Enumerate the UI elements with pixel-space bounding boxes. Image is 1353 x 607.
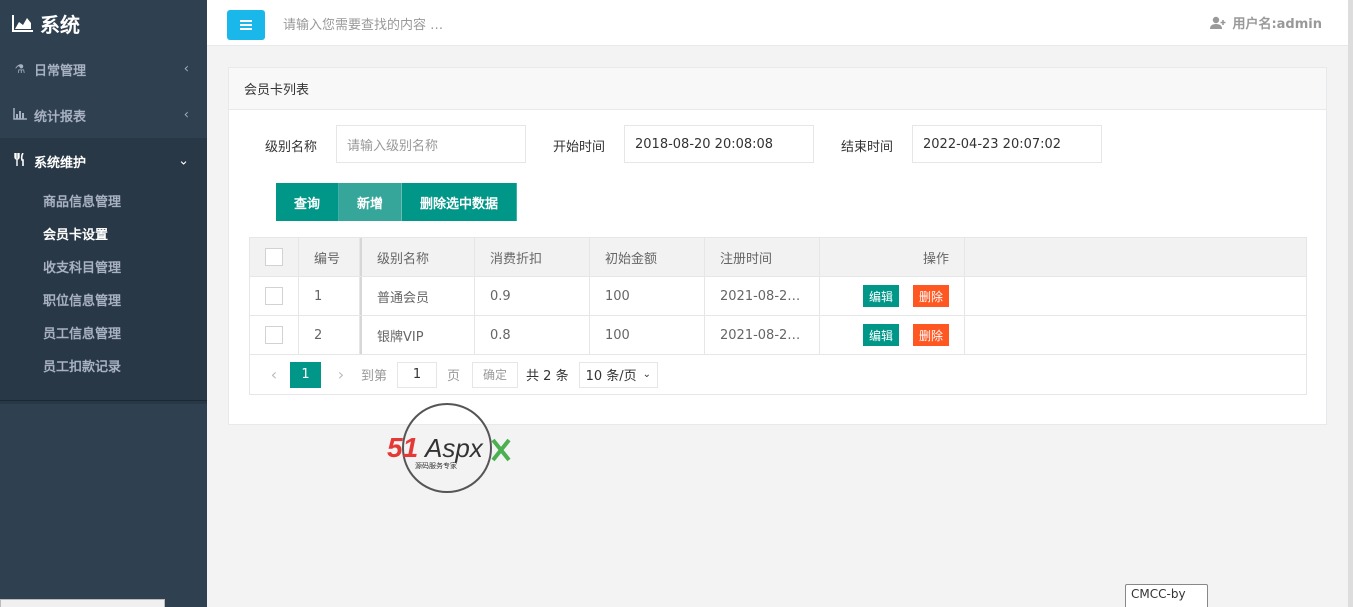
watermark-brand-51: 51: [387, 432, 418, 463]
watermark-logo: 51 Aspx 源码服务专家: [385, 402, 515, 494]
sidebar-subitem-member-card[interactable]: 会员卡设置: [0, 217, 207, 250]
sidebar: 系统 ⚗ 日常管理 ‹ 统计报表 ‹ 系统维护 ⌄ 商品信息管理 会员卡设置 收…: [0, 0, 207, 607]
goto-label: 到第: [361, 369, 388, 384]
cell-name: 银牌VIP: [360, 316, 475, 354]
cell-amount: 100: [590, 277, 705, 315]
scrollbar[interactable]: [1348, 0, 1353, 607]
sidebar-subitem-accounts[interactable]: 收支科目管理: [0, 250, 207, 283]
prev-page-icon[interactable]: ‹: [260, 365, 288, 384]
flask-icon: ⚗: [14, 62, 26, 76]
row-select-cell: [250, 316, 299, 354]
sidebar-item-reports[interactable]: 统计报表 ‹: [0, 92, 207, 138]
cell-time: 2021-08-2…: [705, 277, 820, 315]
cell-time: 2021-08-2…: [705, 316, 820, 354]
column-header[interactable]: 消费折扣: [475, 238, 590, 276]
pagination: ‹ 1 › 到第 1 页 确定 共 2 条 10 条/页 ⌄: [250, 355, 1306, 394]
total-count: 共 2 条: [526, 369, 569, 384]
end-time-label: 结束时间: [841, 140, 894, 155]
delete-button[interactable]: 删除: [913, 324, 950, 346]
search-input[interactable]: 请输入您需要查找的内容 …: [283, 14, 443, 33]
cutlery-icon: [12, 152, 28, 169]
row-checkbox[interactable]: [265, 326, 283, 344]
cell-discount: 0.8: [475, 316, 590, 354]
column-header[interactable]: 编号: [299, 238, 360, 276]
chevron-left-icon: ‹: [183, 61, 189, 77]
table-row: 2 银牌VIP 0.8 100 2021-08-2… 编辑 删除: [250, 316, 1306, 355]
level-name-label: 级别名称: [265, 140, 318, 155]
delete-selected-button[interactable]: 删除选中数据: [402, 183, 518, 221]
cell-id: 2: [299, 316, 360, 354]
user-menu[interactable]: 用户名:admin: [1210, 13, 1322, 32]
tooltip: CMCC-by: [1125, 584, 1208, 607]
status-bar: [0, 599, 165, 607]
cell-name: 普通会员: [360, 277, 475, 315]
panel-title: 会员卡列表: [229, 68, 1326, 110]
page-unit-label: 页: [447, 369, 461, 384]
user-add-icon: [1210, 16, 1226, 29]
goto-page-input[interactable]: 1: [397, 361, 438, 388]
sidebar-item-label: 统计报表: [34, 109, 87, 125]
member-card-table: 编号 级别名称 消费折扣 初始金额 注册时间 操作 1 普通会员 0.9 100…: [249, 237, 1307, 395]
filler-cell: [965, 238, 1306, 276]
watermark-slogan: 源码服务专家: [415, 461, 457, 470]
edit-button[interactable]: 编辑: [863, 324, 900, 346]
sidebar-subitem-goods[interactable]: 商品信息管理: [0, 184, 207, 217]
sidebar-subitem-employees[interactable]: 员工信息管理: [0, 316, 207, 349]
chevron-down-icon: ⌄: [642, 369, 652, 380]
app-title: 系统: [40, 12, 80, 37]
row-select-cell: [250, 277, 299, 315]
sidebar-subitem-positions[interactable]: 职位信息管理: [0, 283, 207, 316]
brand[interactable]: 系统: [0, 0, 207, 46]
filler-cell: [965, 316, 1306, 354]
chevron-down-icon: ⌄: [178, 153, 189, 169]
start-time-input[interactable]: 2018-08-20 20:08:08: [624, 125, 814, 163]
username-label: 用户名:admin: [1232, 17, 1322, 32]
cell-discount: 0.9: [475, 277, 590, 315]
table-row: 1 普通会员 0.9 100 2021-08-2… 编辑 删除: [250, 277, 1306, 316]
table-header-row: 编号 级别名称 消费折扣 初始金额 注册时间 操作: [250, 238, 1306, 277]
top-header: 请输入您需要查找的内容 … 用户名:admin: [207, 0, 1353, 46]
sidebar-subitem-deductions[interactable]: 员工扣款记录: [0, 349, 207, 382]
member-card-panel: 会员卡列表 级别名称 请输入级别名称 开始时间 2018-08-20 20:08…: [228, 67, 1327, 425]
sidebar-item-label: 日常管理: [34, 63, 87, 79]
chevron-left-icon: ‹: [183, 107, 189, 123]
cell-id: 1: [299, 277, 360, 315]
filler-cell: [965, 277, 1306, 315]
query-button[interactable]: 查询: [276, 183, 340, 221]
next-page-icon[interactable]: ›: [327, 365, 355, 384]
area-chart-icon: [12, 15, 33, 32]
edit-button[interactable]: 编辑: [863, 285, 900, 307]
sidebar-group-maintenance: 系统维护 ⌄ 商品信息管理 会员卡设置 收支科目管理 职位信息管理 员工信息管理…: [0, 138, 207, 404]
column-header[interactable]: 级别名称: [360, 238, 475, 276]
cell-amount: 100: [590, 316, 705, 354]
level-name-input[interactable]: 请输入级别名称: [336, 125, 526, 163]
end-time-input[interactable]: 2022-04-23 20:07:02: [912, 125, 1102, 163]
sidebar-item-label: 系统维护: [34, 155, 87, 171]
menu-toggle-button[interactable]: [227, 10, 265, 40]
delete-button[interactable]: 删除: [913, 285, 950, 307]
divider: [0, 400, 207, 401]
select-all-checkbox[interactable]: [265, 248, 283, 266]
select-all-cell: [250, 238, 299, 276]
watermark-brand-aspx: Aspx: [423, 433, 484, 463]
cell-actions: 编辑 删除: [820, 277, 965, 315]
start-time-label: 开始时间: [553, 140, 606, 155]
page-current[interactable]: 1: [290, 361, 321, 388]
sidebar-item-maintenance[interactable]: 系统维护 ⌄: [0, 138, 207, 184]
page-size-value: 10 条/页: [585, 369, 637, 384]
goto-confirm-button[interactable]: 确定: [472, 361, 519, 388]
hamburger-icon: [240, 24, 252, 26]
sidebar-item-daily[interactable]: ⚗ 日常管理 ‹: [0, 46, 207, 92]
row-checkbox[interactable]: [265, 287, 283, 305]
column-header[interactable]: 初始金额: [590, 238, 705, 276]
page-size-select[interactable]: 10 条/页 ⌄: [578, 361, 659, 388]
cell-actions: 编辑 删除: [820, 316, 965, 354]
bar-chart-icon: [12, 107, 28, 123]
action-buttons: 查询 新增 删除选中数据: [276, 183, 518, 221]
add-button[interactable]: 新增: [339, 183, 403, 221]
column-header: 操作: [820, 238, 965, 276]
column-header[interactable]: 注册时间: [705, 238, 820, 276]
